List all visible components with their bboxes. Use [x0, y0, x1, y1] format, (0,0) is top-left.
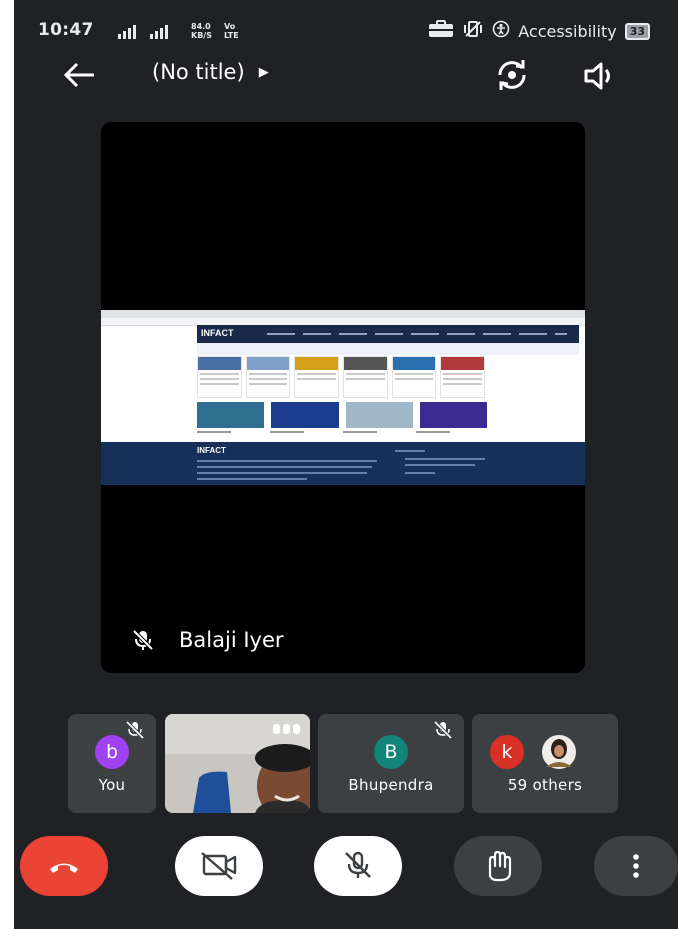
more-options-button[interactable] [594, 836, 678, 896]
avatar: B [374, 735, 408, 769]
status-right: Accessibility 33 [428, 20, 650, 42]
participant-label: You [98, 776, 126, 794]
participant-tile-you[interactable]: b You [68, 714, 156, 813]
meeting-title: (No title) [152, 60, 245, 84]
mic-toggle-button[interactable] [314, 836, 402, 896]
more-horizontal-icon[interactable] [272, 722, 302, 736]
presenter-label: Balaji Iyer [131, 628, 284, 652]
more-vertical-icon [633, 854, 639, 878]
back-button[interactable] [60, 58, 100, 92]
signal-icon [102, 24, 182, 44]
briefcase-icon [428, 20, 454, 42]
screen-share-content: INFACT INFACT [101, 310, 585, 485]
participant-video-tile[interactable] [165, 714, 310, 813]
avatar: k [490, 735, 524, 769]
camera-switch-icon [498, 60, 526, 90]
mic-off-icon [132, 629, 154, 651]
volte-badge: Vo LTE [224, 22, 239, 40]
main-video-tile[interactable]: INFACT INFACT Balaji Iyer [101, 122, 585, 673]
status-bar: 10:47 84.0 KB/S Vo LTE Accessibility 33 [14, 16, 664, 48]
mic-off-icon [345, 851, 371, 878]
network-speed: 84.0 KB/S [191, 22, 212, 40]
vibrate-icon [462, 20, 484, 42]
participant-label: Bhupendra [348, 776, 434, 794]
arrow-left-icon [63, 62, 94, 88]
camera-toggle-button[interactable] [175, 836, 263, 896]
camera-off-icon [201, 852, 237, 880]
participant-tile-bhupendra[interactable]: B Bhupendra [318, 714, 464, 813]
participant-label: 59 others [507, 776, 583, 794]
battery-indicator: 33 [624, 22, 650, 40]
presenter-name: Balaji Iyer [179, 628, 284, 652]
avatar-photo [540, 733, 578, 771]
raise-hand-icon [488, 850, 512, 882]
participant-tile-others[interactable]: k 59 others [472, 714, 618, 813]
accessibility-label: Accessibility [518, 21, 617, 41]
meeting-title-button[interactable]: (No title) ▶ [152, 60, 269, 84]
raise-hand-button[interactable] [454, 836, 542, 896]
mic-off-icon [433, 720, 453, 740]
end-call-icon [50, 863, 78, 873]
avatar: b [95, 735, 129, 769]
mic-off-icon [125, 720, 145, 740]
call-screen: 10:47 84.0KB/S VoLTE Accessibility 33 [14, 0, 678, 929]
status-time: 10:47 [38, 20, 94, 40]
speaker-icon [584, 62, 610, 90]
end-call-button[interactable] [20, 836, 108, 896]
top-bar: (No title) ▶ [14, 58, 678, 92]
shared-logo: INFACT [201, 328, 234, 338]
switch-camera-button[interactable] [492, 58, 532, 92]
chevron-right-icon: ▶ [258, 64, 269, 80]
audio-output-button[interactable] [580, 60, 620, 92]
accessibility-icon [492, 20, 510, 42]
